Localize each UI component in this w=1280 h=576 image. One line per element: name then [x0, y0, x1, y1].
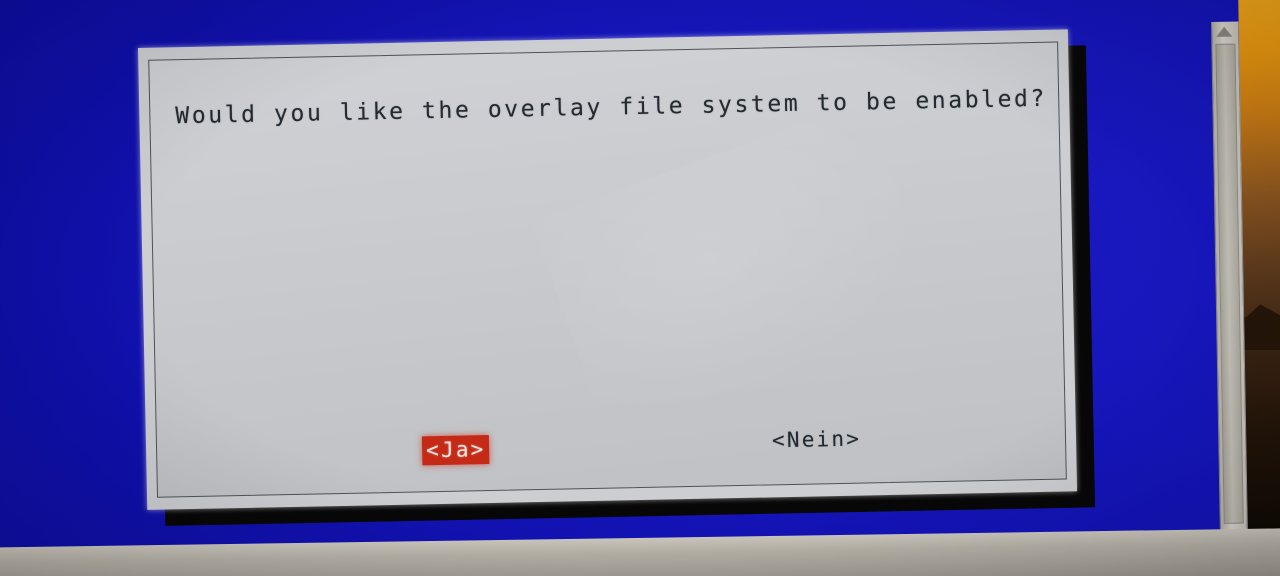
screenshot-root: Would you like the overlay file system t… [0, 0, 1280, 576]
scrollbar-thumb[interactable] [1215, 43, 1244, 524]
no-button[interactable]: <Nein> [768, 424, 866, 455]
scroll-up-arrow-icon[interactable] [1216, 26, 1233, 37]
dialog-button-row: <Ja> <Nein> [157, 420, 1066, 478]
overlay-filesystem-dialog: Would you like the overlay file system t… [138, 29, 1078, 510]
dialog-inner-frame: Would you like the overlay file system t… [148, 41, 1067, 498]
dialog-message: Would you like the overlay file system t… [175, 85, 1048, 130]
yes-button[interactable]: <Ja> [421, 435, 490, 466]
